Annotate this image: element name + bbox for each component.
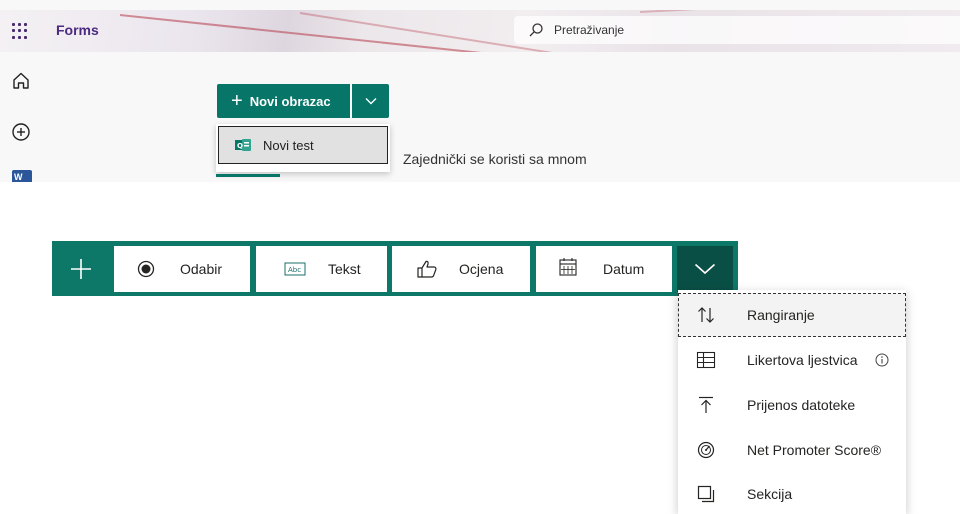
plus-icon: + (231, 90, 243, 112)
new-quiz-label: Novi test (263, 137, 314, 153)
section-icon (697, 485, 715, 503)
home-icon[interactable] (10, 70, 32, 92)
word-icon[interactable]: W (12, 170, 32, 182)
add-circle-icon[interactable] (10, 121, 32, 143)
ranking-icon (698, 307, 714, 323)
search-box[interactable]: Pretraživanje (514, 16, 960, 44)
active-tab-indicator (216, 174, 280, 177)
svg-text:Abc: Abc (288, 266, 301, 274)
likert-label: Likertova ljestvica (747, 352, 858, 368)
app-name[interactable]: Forms (56, 22, 99, 38)
info-icon[interactable] (875, 353, 889, 367)
text-question-button[interactable]: Abc Tekst (256, 246, 387, 292)
forms-home-crop: Forms Pretraživanje W + Novi obrazac Q N… (0, 0, 960, 182)
more-question-types-menu: Rangiranje Likertova ljestvica Prijenos … (678, 290, 906, 514)
search-icon (529, 23, 543, 37)
gauge-icon (697, 441, 715, 459)
rating-question-button[interactable]: Ocjena (392, 246, 530, 292)
net-promoter-score-menu-item[interactable]: Net Promoter Score® (678, 428, 906, 472)
add-question-button[interactable] (52, 241, 109, 296)
date-label: Datum (603, 261, 645, 277)
new-quiz-menu-item[interactable]: Q Novi test (218, 126, 388, 164)
new-form-dropdown-button[interactable] (352, 84, 389, 118)
radio-button-icon (137, 260, 155, 278)
likert-menu-item[interactable]: Likertova ljestvica (678, 338, 906, 382)
header-decoration (119, 14, 538, 52)
choice-question-button[interactable]: Odabir (114, 246, 250, 292)
new-form-button[interactable]: + Novi obrazac (217, 84, 350, 118)
text-box-icon: Abc (284, 262, 306, 276)
net-promoter-score-label: Net Promoter Score® (747, 442, 882, 458)
ranking-menu-item[interactable]: Rangiranje (678, 293, 906, 337)
question-type-bar: Odabir Abc Tekst Ocjena Datum (52, 241, 738, 296)
file-upload-label: Prijenos datoteke (747, 397, 856, 413)
rating-label: Ocjena (459, 261, 504, 277)
app-launcher-icon[interactable] (12, 23, 28, 39)
chevron-down-icon (694, 263, 716, 275)
file-upload-menu-item[interactable]: Prijenos datoteke (678, 383, 906, 427)
text-label: Tekst (328, 261, 361, 277)
likert-grid-icon (696, 351, 716, 369)
calendar-icon (559, 258, 577, 276)
section-label: Sekcija (747, 486, 793, 502)
section-menu-item[interactable]: Sekcija (678, 472, 906, 514)
thumbs-up-icon (417, 260, 437, 278)
svg-text:Q: Q (237, 142, 243, 150)
chevron-down-icon (365, 98, 376, 105)
ranking-label: Rangiranje (747, 307, 815, 323)
plus-icon (70, 258, 91, 279)
date-question-button[interactable]: Datum (536, 246, 672, 292)
search-placeholder: Pretraživanje (554, 23, 625, 37)
tab-shared-with-me[interactable]: Zajednički se koristi sa mnom (403, 151, 587, 167)
new-form-label: Novi obrazac (249, 93, 331, 109)
app-header: Forms Pretraživanje (0, 10, 960, 52)
new-form-menu: Q Novi test (216, 124, 390, 172)
choice-label: Odabir (180, 261, 223, 277)
header-decoration (639, 10, 960, 13)
more-question-types-button[interactable] (677, 246, 733, 292)
upload-icon (699, 396, 713, 413)
quiz-icon: Q (235, 139, 251, 151)
